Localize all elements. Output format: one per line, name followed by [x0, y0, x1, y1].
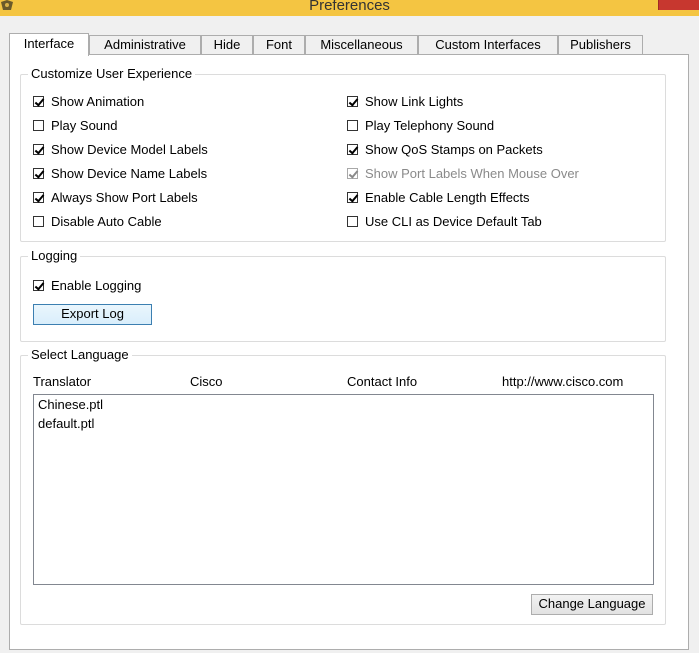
checkbox-label: Show QoS Stamps on Packets: [365, 142, 543, 157]
window-title: Preferences: [309, 0, 390, 14]
contact-info-value: http://www.cisco.com: [502, 374, 624, 389]
checkbox-label: Show Link Lights: [365, 94, 464, 109]
checkbox-box[interactable]: [347, 216, 358, 227]
checkbox-label: Use CLI as Device Default Tab: [365, 214, 542, 229]
checkbox-label: Enable Logging: [51, 278, 142, 293]
logging-group-title: Logging: [28, 248, 81, 263]
checkbox-box[interactable]: [33, 280, 44, 291]
checkbox-box[interactable]: [33, 168, 44, 179]
checkbox-label: Show Device Name Labels: [51, 166, 208, 181]
interface-tab-panel: Customize User Experience Show Animation…: [9, 54, 689, 650]
checkbox-label: Enable Cable Length Effects: [365, 190, 530, 205]
export-log-button[interactable]: Export Log: [33, 304, 152, 325]
checkbox-label: Show Port Labels When Mouse Over: [365, 166, 579, 181]
checkbox-box[interactable]: [33, 192, 44, 203]
list-item[interactable]: Chinese.ptl: [34, 395, 653, 414]
tab-font[interactable]: Font: [253, 35, 305, 54]
language-file-list[interactable]: Chinese.ptl default.ptl: [33, 394, 654, 585]
checkbox-box[interactable]: [33, 216, 44, 227]
tab-hide[interactable]: Hide: [201, 35, 253, 54]
translator-value: Cisco: [190, 374, 223, 389]
tab-miscellaneous[interactable]: Miscellaneous: [305, 35, 418, 54]
checkbox-label: Always Show Port Labels: [51, 190, 198, 205]
tab-interface[interactable]: Interface: [9, 33, 89, 56]
checkbox-box[interactable]: [347, 96, 358, 107]
checkbox-box[interactable]: [33, 144, 44, 155]
contact-info-label: Contact Info: [347, 374, 418, 389]
checkbox-box[interactable]: [347, 120, 358, 131]
tab-custom-interfaces[interactable]: Custom Interfaces: [418, 35, 558, 54]
select-language-group: Select Language Translator Cisco Contact…: [20, 347, 666, 625]
checkbox-box: [347, 168, 358, 179]
close-button[interactable]: [658, 0, 699, 10]
list-item[interactable]: default.ptl: [34, 414, 653, 433]
translator-label: Translator: [33, 374, 92, 389]
checkbox-label: Show Device Model Labels: [51, 142, 208, 157]
checkbox-label: Play Sound: [51, 118, 118, 133]
checkbox-label: Play Telephony Sound: [365, 118, 495, 133]
checkbox-box[interactable]: [347, 144, 358, 155]
change-language-button[interactable]: Change Language: [531, 594, 653, 615]
tab-administrative[interactable]: Administrative: [89, 35, 201, 54]
checkbox-label: Show Animation: [51, 94, 145, 109]
title-bar: Preferences: [0, 0, 699, 16]
checkbox-box[interactable]: [347, 192, 358, 203]
logging-group: Logging Enable Logging Export Log: [20, 248, 666, 342]
checkbox-label: Disable Auto Cable: [51, 214, 162, 229]
tab-publishers[interactable]: Publishers: [558, 35, 643, 54]
language-info-row: Translator Cisco Contact Info http://www…: [33, 374, 653, 390]
customize-group-title: Customize User Experience: [28, 66, 196, 81]
checkbox-box[interactable]: [33, 120, 44, 131]
customize-group: Customize User Experience Show Animation…: [20, 66, 666, 242]
select-language-group-title: Select Language: [28, 347, 132, 362]
checkbox-box[interactable]: [33, 96, 44, 107]
